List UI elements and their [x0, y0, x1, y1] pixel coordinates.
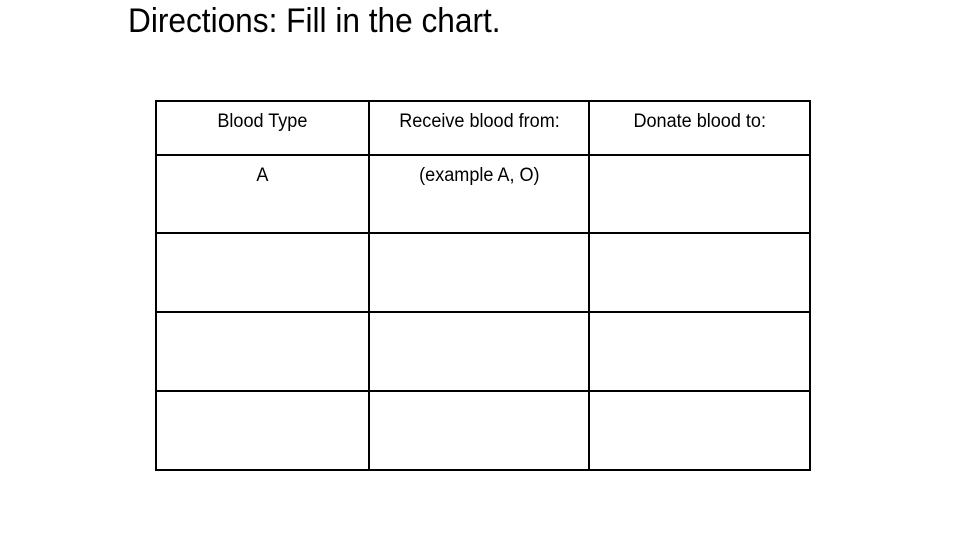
- table-row: [155, 232, 811, 313]
- header-receive-from: Receive blood from:: [368, 100, 590, 156]
- cell-receive-from[interactable]: [368, 390, 590, 471]
- blood-type-chart: Blood Type Receive blood from: Donate bl…: [155, 100, 811, 471]
- cell-donate-to[interactable]: [588, 311, 811, 392]
- cell-donate-to[interactable]: [588, 154, 811, 234]
- cell-receive-from[interactable]: [368, 311, 590, 392]
- cell-donate-to[interactable]: [588, 232, 811, 313]
- table-row: [155, 311, 811, 392]
- header-row: Blood Type Receive blood from: Donate bl…: [155, 100, 811, 156]
- header-donate-to: Donate blood to:: [588, 100, 811, 156]
- cell-blood-type[interactable]: [155, 232, 370, 313]
- cell-receive-from[interactable]: (example A, O): [368, 154, 590, 234]
- header-blood-type: Blood Type: [155, 100, 370, 156]
- cell-receive-from[interactable]: [368, 232, 590, 313]
- cell-blood-type[interactable]: A: [155, 154, 370, 234]
- cell-blood-type[interactable]: [155, 311, 370, 392]
- cell-donate-to[interactable]: [588, 390, 811, 471]
- table-row: A (example A, O): [155, 154, 811, 234]
- table-row: [155, 390, 811, 471]
- cell-blood-type[interactable]: [155, 390, 370, 471]
- page-title: Directions: Fill in the chart.: [128, 2, 501, 40]
